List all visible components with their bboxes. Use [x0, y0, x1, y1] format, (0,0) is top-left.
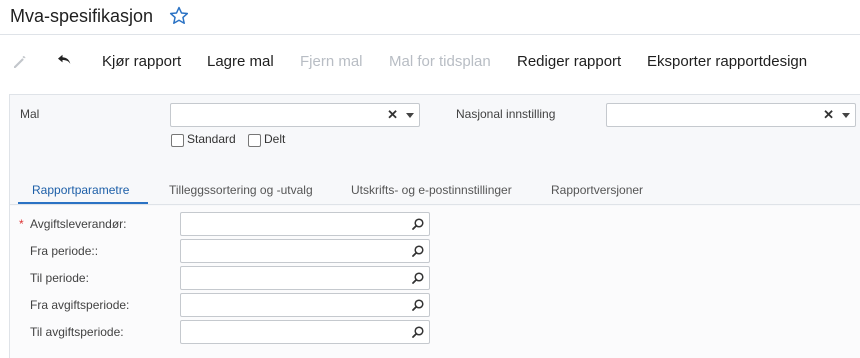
to-tax-period-lookup[interactable]: [180, 320, 430, 344]
title-bar: Mva-spesifikasjon: [0, 0, 860, 35]
param-label: Fra avgiftsperiode:: [30, 298, 130, 312]
active-tab-indicator: [18, 202, 148, 204]
toolbar: Kjør rapport Lagre mal Fjern mal Mal for…: [0, 36, 860, 88]
save-template-button[interactable]: Lagre mal: [207, 53, 274, 70]
standard-checkbox[interactable]: [171, 134, 184, 147]
edit-report-button[interactable]: Rediger rapport: [517, 53, 621, 70]
template-combobox[interactable]: ✕: [170, 103, 420, 127]
national-setting-label: Nasjonal innstilling: [456, 107, 556, 121]
edit-pencil-icon: [14, 56, 26, 68]
chevron-down-icon[interactable]: [842, 113, 850, 118]
tab-print-email-settings[interactable]: Utskrifts- og e-postinnstillinger: [351, 183, 512, 197]
remove-template-button[interactable]: Fjern mal: [300, 53, 363, 70]
tab-report-versions[interactable]: Rapportversjoner: [551, 183, 643, 197]
chevron-down-icon[interactable]: [406, 113, 414, 118]
run-report-button[interactable]: Kjør rapport: [102, 53, 181, 70]
export-report-design-button[interactable]: Eksporter rapportdesign: [647, 53, 807, 70]
report-parameters-body: * Avgiftsleverandør: Fra periode:: Til p…: [10, 206, 860, 358]
shared-checkbox[interactable]: [248, 134, 261, 147]
param-label: Avgiftsleverandør:: [30, 217, 127, 231]
standard-checkbox-label: Standard: [187, 132, 236, 146]
search-icon[interactable]: [411, 244, 425, 258]
report-tabs: Rapportparametre Tilleggssortering og -u…: [10, 178, 860, 205]
template-label: Mal: [20, 107, 40, 121]
tax-supplier-lookup[interactable]: [180, 212, 430, 236]
favorite-star-icon[interactable]: [168, 5, 190, 27]
clear-x-icon[interactable]: ✕: [823, 107, 834, 123]
search-icon[interactable]: [411, 271, 425, 285]
schedule-template-button[interactable]: Mal for tidsplan: [389, 53, 491, 70]
report-form-panel: Mal ✕ Standard Delt Nasjonal innstilling…: [9, 94, 860, 358]
from-period-lookup[interactable]: [180, 239, 430, 263]
search-icon[interactable]: [411, 217, 425, 231]
search-icon[interactable]: [411, 298, 425, 312]
clear-x-icon[interactable]: ✕: [387, 107, 398, 123]
from-tax-period-lookup[interactable]: [180, 293, 430, 317]
tab-additional-sorting[interactable]: Tilleggssortering og -utvalg: [169, 183, 313, 197]
shared-checkbox-label: Delt: [264, 132, 286, 146]
param-label: Til avgiftsperiode:: [30, 325, 124, 339]
to-period-lookup[interactable]: [180, 266, 430, 290]
undo-icon[interactable]: [56, 53, 74, 71]
required-marker: *: [19, 217, 24, 231]
tab-report-parameters[interactable]: Rapportparametre: [32, 183, 129, 197]
search-icon[interactable]: [411, 325, 425, 339]
page-title: Mva-spesifikasjon: [10, 6, 154, 26]
param-label: Fra periode::: [30, 244, 99, 258]
national-setting-combobox[interactable]: ✕: [606, 103, 856, 127]
param-label: Til periode:: [30, 271, 89, 285]
